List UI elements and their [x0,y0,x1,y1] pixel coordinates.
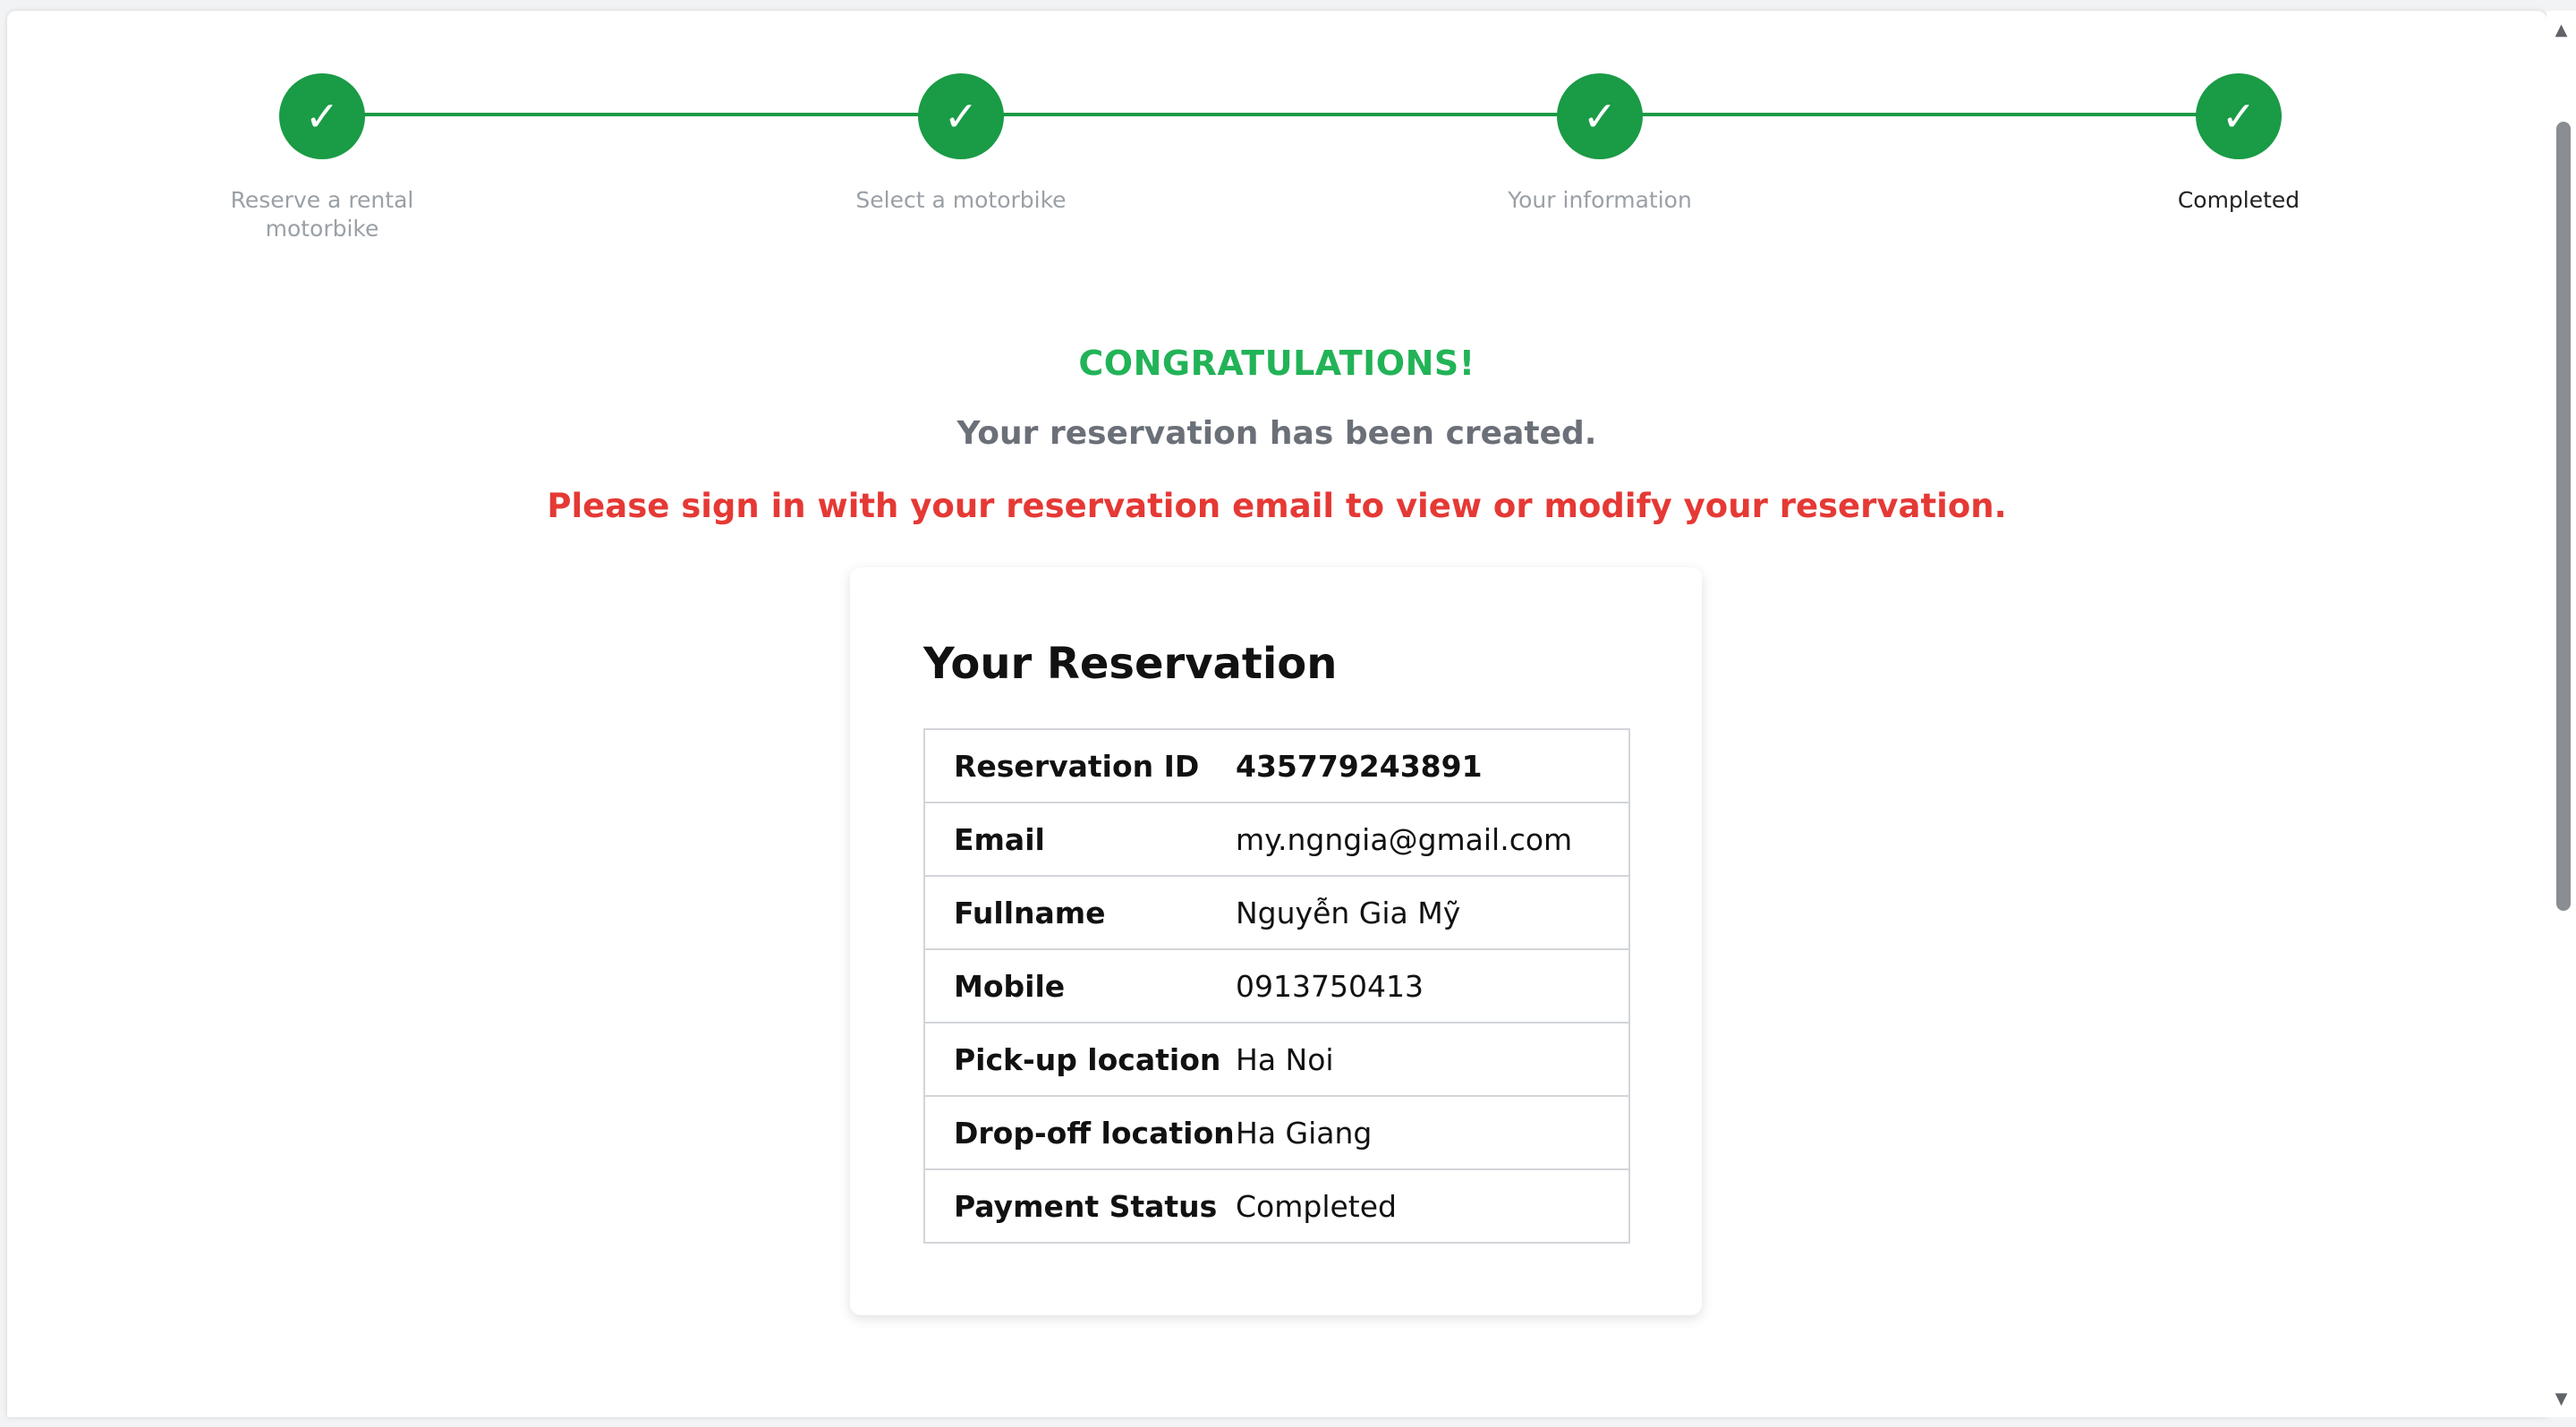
row-label: Reservation ID [923,728,1236,803]
vertical-scrollbar[interactable]: ▲ ▼ [2546,11,2576,1417]
dropoff-location-value: Ha Giang [1236,1095,1630,1170]
scroll-down-arrow-icon[interactable]: ▼ [2546,1385,2576,1412]
scrollbar-thumb[interactable] [2556,122,2571,911]
email-value: my.ngngia@gmail.com [1236,802,1630,877]
sign-in-notice: Please sign in with your reservation ema… [547,487,2007,525]
row-label: Email [923,802,1236,877]
card-title: Your Reservation [923,639,1338,689]
table-row: Fullname Nguyễn Gia Mỹ [923,875,1630,950]
check-icon: ✓ [2196,73,2282,159]
page-viewport: ✓ Reserve a rental motorbike ✓ Select a … [7,11,2546,1417]
check-icon: ✓ [918,73,1004,159]
fullname-value: Nguyễn Gia Mỹ [1236,875,1630,950]
table-row: Drop-off location Ha Giang [923,1095,1630,1170]
step-your-information: ✓ Your information [1452,73,1747,215]
mobile-value: 0913750413 [1236,948,1630,1024]
progress-stepper: ✓ Reserve a rental motorbike ✓ Select a … [7,11,2546,279]
step-reserve: ✓ Reserve a rental motorbike [174,73,470,243]
step-completed: ✓ Completed [2091,73,2386,215]
row-label: Pick-up location [923,1022,1236,1097]
reservation-created-text: Your reservation has been created. [956,415,1597,452]
row-label: Drop-off location [923,1095,1236,1170]
scroll-up-arrow-icon[interactable]: ▲ [2546,16,2576,43]
row-label: Mobile [923,948,1236,1024]
step-label: Select a motorbike [855,187,1067,213]
check-icon: ✓ [279,73,365,159]
pickup-location-value: Ha Noi [1236,1022,1630,1097]
table-row: Email my.ngngia@gmail.com [923,802,1630,877]
payment-status-value: Completed [1236,1168,1630,1244]
step-label: Completed [2177,187,2300,213]
step-label: Reserve a rental motorbike [230,187,414,242]
table-row: Mobile 0913750413 [923,948,1630,1024]
reservation-id-value: 435779243891 [1236,728,1630,803]
table-row: Pick-up location Ha Noi [923,1022,1630,1097]
step-select-motorbike: ✓ Select a motorbike [813,73,1109,215]
reservation-table: Reservation ID 435779243891 Email my.ngn… [923,728,1630,1244]
table-row: Reservation ID 435779243891 [923,728,1630,803]
reservation-card: Your Reservation Reservation ID 43577924… [850,567,1702,1315]
congratulations-heading: CONGRATULATIONS! [1078,344,1475,383]
check-icon: ✓ [1557,73,1643,159]
step-label: Your information [1508,187,1692,213]
row-label: Payment Status [923,1168,1236,1244]
table-row: Payment Status Completed [923,1168,1630,1244]
row-label: Fullname [923,875,1236,950]
